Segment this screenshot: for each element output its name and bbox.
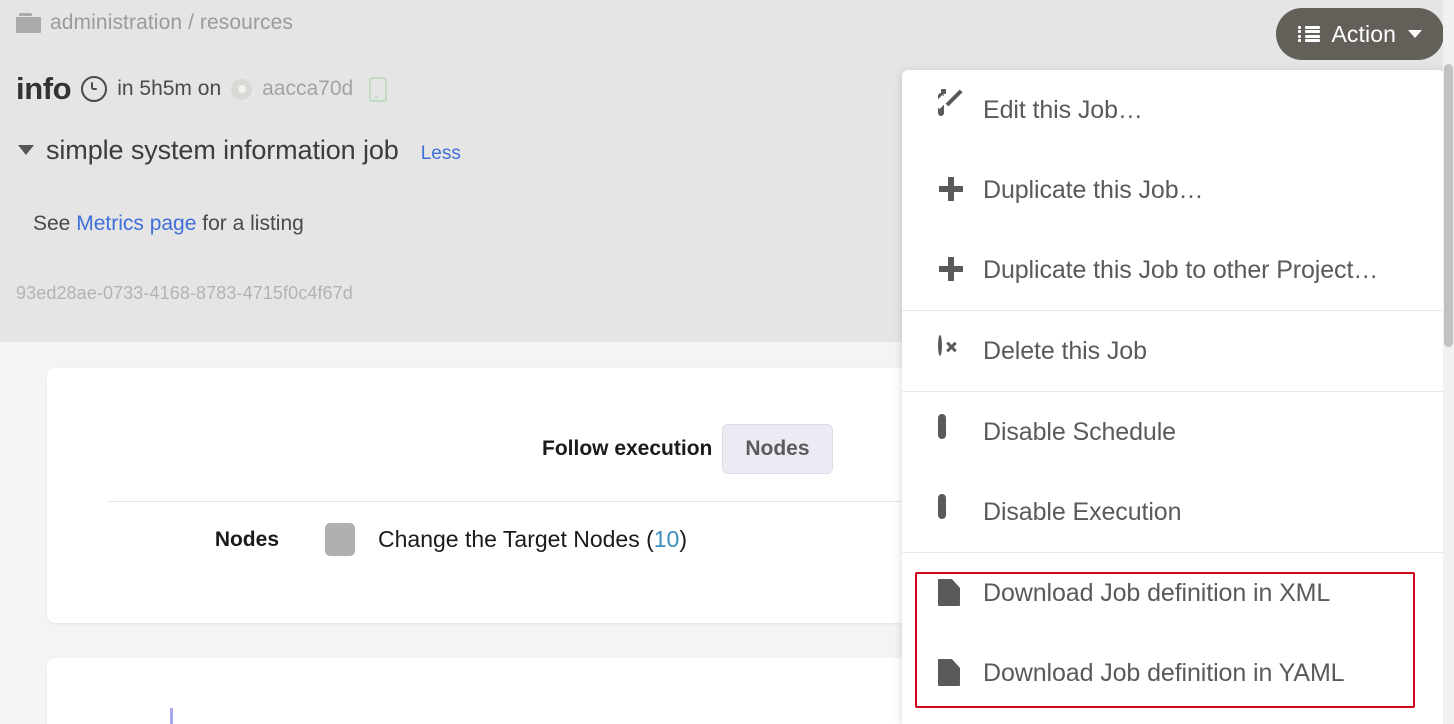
job-name: simple system information job <box>46 135 399 165</box>
folder-icon <box>16 13 41 33</box>
edit-icon <box>933 93 966 124</box>
menu-item-label: Disable Schedule <box>983 417 1176 446</box>
app-root: administration / resources info in 5h5m … <box>0 0 1454 724</box>
node-name-label: aacca70d <box>262 77 354 100</box>
menu-item-label: Edit this Job… <box>983 95 1143 124</box>
change-target-nodes-suffix: ) <box>679 526 688 552</box>
menu-item-label: Disable Execution <box>983 497 1182 526</box>
breadcrumb[interactable]: administration / resources <box>16 11 293 35</box>
breadcrumb-label: administration / resources <box>50 11 294 34</box>
next-run-text: in 5h5m on <box>117 77 222 100</box>
tab-nodes[interactable]: Nodes <box>722 424 833 474</box>
menu-item-duplicate-this-job[interactable]: Duplicate this Job… <box>902 150 1445 230</box>
nodes-field-label: Nodes <box>214 527 279 551</box>
list-icon <box>1298 25 1321 43</box>
checkbox-icon <box>938 494 966 526</box>
circle-dot-icon <box>231 78 253 100</box>
menu-item-label: Delete this Job <box>983 336 1147 365</box>
menu-item-edit-this-job[interactable]: Edit this Job… <box>902 70 1445 150</box>
file-icon <box>929 659 966 687</box>
chevron-down-icon <box>1408 30 1422 38</box>
menu-item-label: Duplicate this Job… <box>983 175 1204 204</box>
menu-group-edit: Edit this Job… Duplicate this Job… Dupli… <box>902 70 1445 310</box>
menu-item-download-yaml[interactable]: Download Job definition in YAML <box>902 633 1445 713</box>
job-uuid: 93ed28ae-0733-4168-8783-4715f0c4f67d <box>16 283 353 303</box>
checkbox-icon <box>938 414 966 446</box>
clock-icon <box>81 76 108 102</box>
menu-item-label: Duplicate this Job to other Project… <box>983 255 1379 284</box>
page-title: info <box>16 71 72 106</box>
job-status-line: info in 5h5m on aacca70d <box>16 71 388 107</box>
menu-item-download-xml[interactable]: Download Job definition in XML <box>902 553 1445 633</box>
menu-item-disable-schedule[interactable]: Disable Schedule <box>902 392 1445 472</box>
plus-icon <box>938 256 966 284</box>
change-target-nodes-prefix: Change the Target Nodes ( <box>378 526 654 552</box>
menu-item-label: Download Job definition in YAML <box>983 658 1345 687</box>
target-nodes-count: 10 <box>653 526 680 552</box>
change-target-nodes[interactable]: Change the Target Nodes (10) <box>378 526 687 553</box>
menu-group-disable: Disable Schedule Disable Execution <box>902 391 1445 552</box>
caret-down-icon[interactable] <box>18 145 34 155</box>
text-cursor <box>170 708 173 724</box>
follow-execution-label: Follow execution <box>542 437 713 460</box>
node-swatch-icon[interactable] <box>325 523 355 556</box>
menu-item-disable-execution[interactable]: Disable Execution <box>902 472 1445 552</box>
menu-item-duplicate-to-other-project[interactable]: Duplicate this Job to other Project… <box>902 230 1445 310</box>
menu-group-delete: Delete this Job <box>902 310 1445 391</box>
file-icon <box>929 579 966 607</box>
delete-circle-icon <box>938 335 966 365</box>
menu-item-delete-this-job[interactable]: Delete this Job <box>902 311 1445 391</box>
plus-icon <box>938 176 966 204</box>
action-button-label: Action <box>1331 20 1396 47</box>
job-description: See Metrics page for a listing <box>33 212 304 236</box>
vertical-scrollbar-thumb[interactable] <box>1444 64 1453 347</box>
metrics-page-link[interactable]: Metrics page <box>76 212 196 235</box>
action-button[interactable]: Action <box>1276 8 1444 60</box>
nodes-row: Nodes Change the Target Nodes (10) <box>47 523 687 556</box>
job-title-row: simple system information job Less <box>18 135 461 166</box>
less-link[interactable]: Less <box>421 143 461 165</box>
menu-item-label: Download Job definition in XML <box>983 578 1331 607</box>
mobile-icon <box>369 76 388 102</box>
menu-group-download: Download Job definition in XML Download … <box>902 552 1445 713</box>
job-description-prefix: See <box>33 212 77 235</box>
action-dropdown-menu: Edit this Job… Duplicate this Job… Dupli… <box>902 70 1445 724</box>
job-description-suffix: for a listing <box>196 212 304 235</box>
